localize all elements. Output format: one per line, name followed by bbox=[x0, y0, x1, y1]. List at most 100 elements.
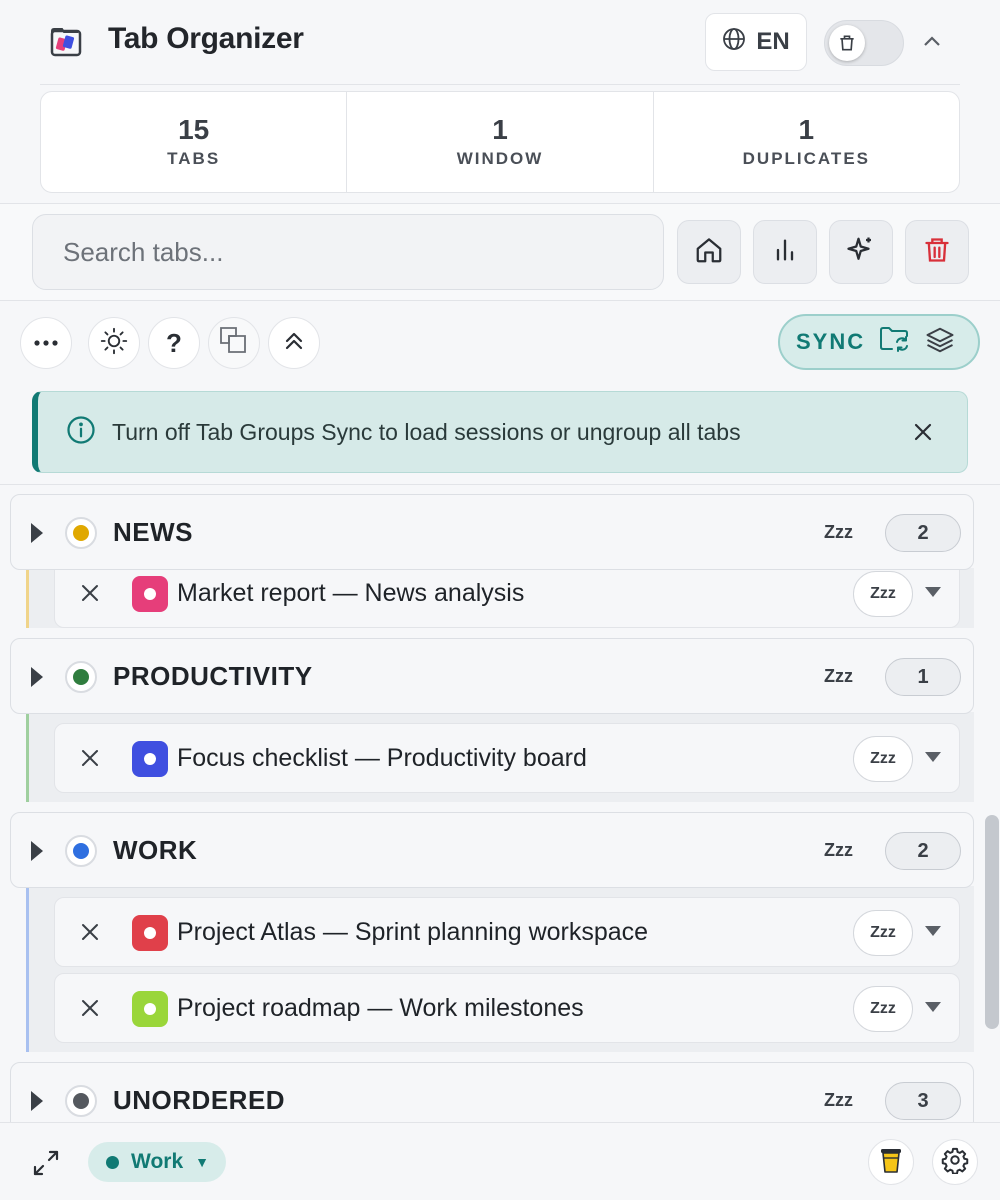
group-header-productivity[interactable]: PRODUCTIVITY Zzz 1 bbox=[10, 638, 974, 714]
group-name: PRODUCTIVITY bbox=[113, 661, 313, 691]
close-tab-icon[interactable] bbox=[77, 745, 103, 771]
app-title: Tab Organizer bbox=[108, 22, 304, 55]
group-header-work[interactable]: WORK Zzz 2 bbox=[10, 812, 974, 888]
tab-title: Focus checklist — Productivity board bbox=[177, 744, 587, 772]
dropdown-arrow-icon: ▼ bbox=[195, 1154, 209, 1170]
sync-info-banner: Turn off Tab Groups Sync to load session… bbox=[32, 391, 968, 473]
gear-icon bbox=[941, 1146, 969, 1179]
window-color-dot bbox=[106, 1155, 119, 1169]
group-color-dot[interactable] bbox=[65, 1085, 97, 1117]
favicon bbox=[132, 576, 168, 612]
home-icon bbox=[694, 235, 724, 270]
tab-menu-caret-icon[interactable] bbox=[925, 926, 941, 936]
expand-caret-icon[interactable] bbox=[31, 1091, 43, 1111]
bar-chart-icon bbox=[771, 236, 799, 269]
language-button[interactable]: EN bbox=[705, 13, 807, 71]
sync-label: SYNC bbox=[796, 329, 866, 354]
theme-button[interactable] bbox=[88, 317, 140, 369]
expand-icon[interactable] bbox=[30, 1147, 62, 1179]
footer-bar: Work ▼ bbox=[0, 1122, 1000, 1200]
stat-value: 15 bbox=[178, 113, 210, 145]
group-color-dot[interactable] bbox=[65, 517, 97, 549]
snooze-group-button[interactable]: Zzz bbox=[824, 840, 853, 861]
tab-row[interactable]: Project Atlas — Sprint planning workspac… bbox=[54, 897, 960, 967]
window-label: Work bbox=[131, 1150, 184, 1173]
group-header-news[interactable]: NEWS Zzz 2 bbox=[10, 494, 974, 570]
tab-row[interactable]: Focus checklist — Productivity board Zzz bbox=[54, 723, 960, 793]
tab-row[interactable]: Project roadmap — Work milestones Zzz bbox=[54, 973, 960, 1043]
snooze-tab-button[interactable]: Zzz bbox=[853, 986, 913, 1032]
settings-button[interactable] bbox=[932, 1139, 978, 1185]
group-tab-count: 3 bbox=[885, 1082, 961, 1120]
tab-title: Market report — News analysis bbox=[177, 579, 525, 607]
chevron-up-icon[interactable] bbox=[916, 26, 948, 58]
collapse-all-button[interactable] bbox=[268, 317, 320, 369]
stat-windows: 1 WINDOW bbox=[347, 92, 654, 192]
tab-title: Project roadmap — Work milestones bbox=[177, 994, 584, 1022]
stat-label: TABS bbox=[167, 149, 221, 169]
tab-title: Project Atlas — Sprint planning workspac… bbox=[177, 918, 649, 946]
home-button[interactable] bbox=[677, 220, 741, 284]
group-name: UNORDERED bbox=[113, 1085, 286, 1115]
snooze-group-button[interactable]: Zzz bbox=[824, 1090, 853, 1111]
sync-toggle[interactable]: SYNC bbox=[778, 314, 980, 370]
close-tab-icon[interactable] bbox=[77, 919, 103, 945]
expand-caret-icon[interactable] bbox=[31, 841, 43, 861]
group-name: WORK bbox=[113, 835, 198, 865]
close-tab-icon[interactable] bbox=[77, 580, 103, 606]
stat-label: DUPLICATES bbox=[742, 149, 870, 169]
language-label: EN bbox=[756, 28, 790, 55]
folder-sync-icon bbox=[879, 325, 911, 360]
favicon bbox=[132, 915, 168, 951]
stat-value: 1 bbox=[492, 113, 508, 145]
close-tab-icon[interactable] bbox=[77, 995, 103, 1021]
favicon bbox=[132, 991, 168, 1027]
close-icon[interactable] bbox=[909, 418, 937, 446]
favicon bbox=[132, 741, 168, 777]
stat-value: 1 bbox=[798, 113, 815, 145]
stat-label: WINDOW bbox=[456, 149, 544, 169]
group-tab-count: 1 bbox=[885, 658, 961, 696]
snooze-tab-button[interactable]: Zzz bbox=[853, 571, 913, 617]
delete-mode-toggle[interactable] bbox=[824, 20, 904, 66]
stats-button[interactable] bbox=[753, 220, 817, 284]
help-icon: ? bbox=[166, 327, 182, 358]
window-selector[interactable]: Work ▼ bbox=[88, 1142, 226, 1182]
group-color-dot[interactable] bbox=[65, 661, 97, 693]
sun-icon bbox=[100, 327, 128, 360]
snooze-tab-button[interactable]: Zzz bbox=[853, 736, 913, 782]
sparkle-icon bbox=[846, 235, 876, 270]
group-color-dot[interactable] bbox=[65, 835, 97, 867]
scrollbar-thumb[interactable] bbox=[985, 815, 999, 1029]
group-name: NEWS bbox=[113, 517, 193, 547]
more-icon bbox=[33, 334, 59, 352]
trash-icon bbox=[829, 25, 865, 61]
tab-menu-caret-icon[interactable] bbox=[925, 587, 941, 597]
snooze-tab-button[interactable]: Zzz bbox=[853, 910, 913, 956]
tab-menu-caret-icon[interactable] bbox=[925, 752, 941, 762]
group-tab-count: 2 bbox=[885, 832, 961, 870]
globe-icon bbox=[722, 27, 746, 58]
help-button[interactable]: ? bbox=[148, 317, 200, 369]
duplicate-icon bbox=[218, 325, 250, 362]
stats-panel: 15 TABS 1 WINDOW 1 DUPLICATES bbox=[40, 91, 960, 193]
expand-caret-icon[interactable] bbox=[31, 667, 43, 687]
double-chevron-up-icon bbox=[282, 329, 306, 358]
tab-menu-caret-icon[interactable] bbox=[925, 1002, 941, 1012]
group-tab-count: 2 bbox=[885, 514, 961, 552]
snooze-group-button[interactable]: Zzz bbox=[824, 666, 853, 687]
search-input[interactable] bbox=[32, 214, 664, 290]
info-icon bbox=[66, 415, 96, 450]
ai-organize-button[interactable] bbox=[829, 220, 893, 284]
trash-icon bbox=[923, 236, 951, 269]
stat-duplicates[interactable]: 1 DUPLICATES bbox=[654, 92, 959, 192]
more-button[interactable] bbox=[20, 317, 72, 369]
snooze-group-button[interactable]: Zzz bbox=[824, 522, 853, 543]
buy-coffee-button[interactable] bbox=[868, 1139, 914, 1185]
expand-caret-icon[interactable] bbox=[31, 523, 43, 543]
duplicates-button[interactable] bbox=[208, 317, 260, 369]
coffee-cup-icon bbox=[879, 1146, 903, 1179]
delete-button[interactable] bbox=[905, 220, 969, 284]
divider bbox=[0, 484, 1000, 485]
layers-icon bbox=[925, 325, 955, 360]
